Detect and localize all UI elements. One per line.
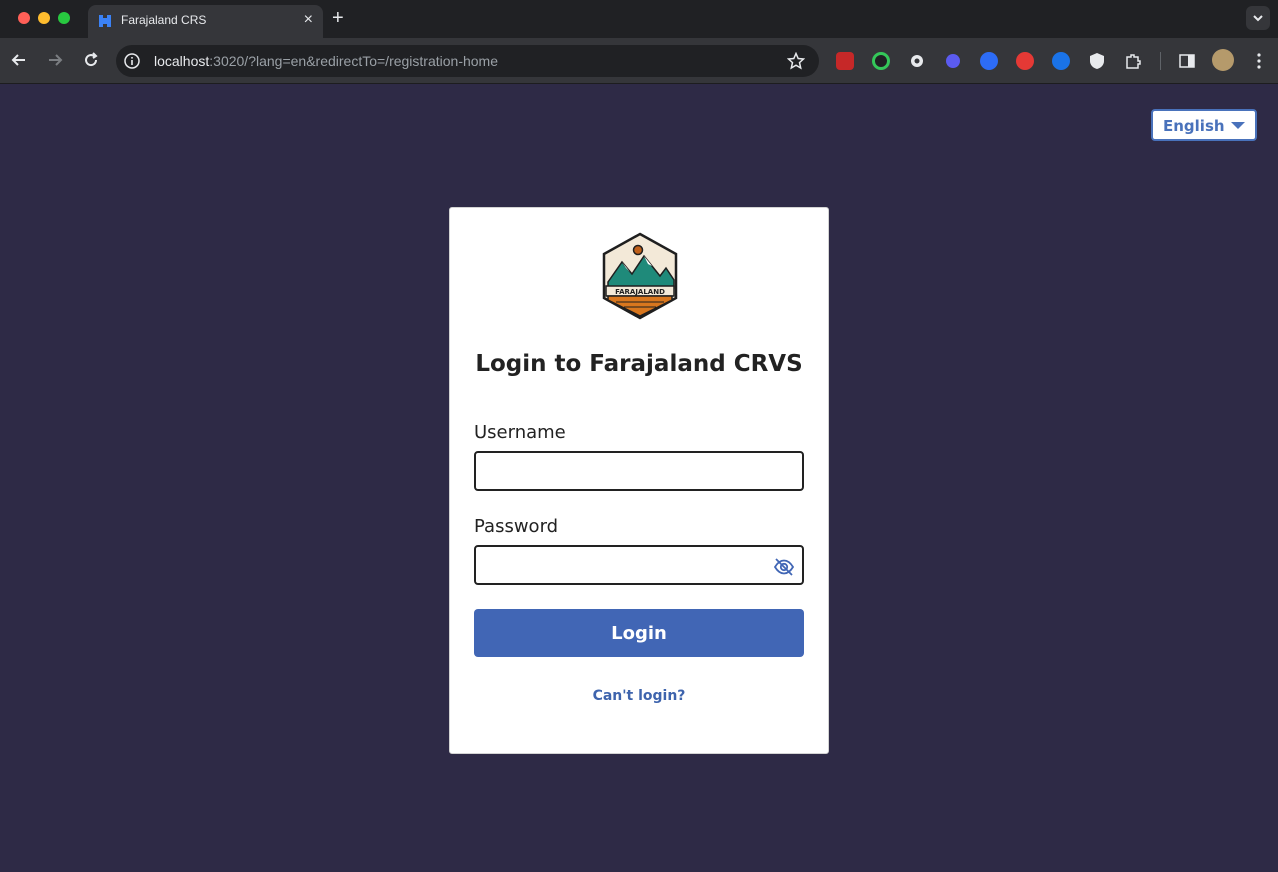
url-path: :3020/?lang=en&redirectTo=/registration-… bbox=[209, 53, 499, 69]
back-arrow-icon[interactable] bbox=[9, 50, 29, 70]
extension-icon[interactable] bbox=[872, 52, 890, 70]
toolbar-divider bbox=[1160, 52, 1161, 70]
extension-icon[interactable] bbox=[836, 52, 854, 70]
cant-login-link[interactable]: Can't login? bbox=[450, 688, 828, 704]
tab-search-button[interactable] bbox=[1246, 6, 1270, 30]
browser-tab[interactable]: Farajaland CRS × bbox=[88, 5, 323, 38]
browser-tab-bar: Farajaland CRS × + bbox=[0, 0, 1278, 38]
crvs-favicon-icon bbox=[99, 15, 111, 27]
password-label: Password bbox=[474, 516, 559, 537]
extension-icon[interactable] bbox=[1016, 52, 1034, 70]
side-panel-icon[interactable] bbox=[1178, 52, 1196, 70]
chevron-down-icon bbox=[1253, 15, 1263, 22]
info-icon[interactable] bbox=[124, 53, 140, 69]
url-host: localhost bbox=[154, 53, 210, 69]
farajaland-logo: FARAJALAND bbox=[602, 232, 678, 320]
url-text[interactable]: localhost:3020/?lang=en&redirectTo=/regi… bbox=[154, 53, 498, 69]
new-tab-button[interactable]: + bbox=[332, 6, 344, 30]
browser-toolbar: localhost:3020/?lang=en&redirectTo=/regi… bbox=[0, 38, 1278, 84]
caret-down-icon bbox=[1231, 122, 1245, 129]
puzzle-extensions-icon[interactable] bbox=[1124, 52, 1142, 70]
extension-icon[interactable] bbox=[944, 52, 962, 70]
language-select-value: English bbox=[1163, 117, 1225, 135]
reload-icon[interactable] bbox=[81, 50, 101, 70]
more-menu-icon[interactable] bbox=[1250, 52, 1268, 70]
language-select[interactable]: English bbox=[1151, 109, 1257, 141]
tab-close-icon[interactable]: × bbox=[304, 10, 313, 30]
logo-wordmark: FARAJALAND bbox=[615, 288, 665, 296]
username-label: Username bbox=[474, 422, 566, 443]
shield-icon[interactable] bbox=[1088, 52, 1106, 70]
login-card: FARAJALAND Login to Farajaland CRVS User… bbox=[449, 207, 829, 754]
password-input[interactable] bbox=[474, 545, 804, 585]
eye-off-icon[interactable] bbox=[773, 556, 795, 578]
gear-icon[interactable] bbox=[908, 52, 926, 70]
bookmark-star-icon[interactable] bbox=[787, 52, 805, 70]
username-input[interactable] bbox=[474, 451, 804, 491]
login-button[interactable]: Login bbox=[474, 609, 804, 657]
window-close-button[interactable] bbox=[18, 12, 30, 24]
forward-arrow-icon[interactable] bbox=[45, 50, 65, 70]
profile-avatar[interactable] bbox=[1212, 49, 1234, 71]
window-maximize-button[interactable] bbox=[58, 12, 70, 24]
login-title: Login to Farajaland CRVS bbox=[475, 351, 803, 377]
tab-title: Farajaland CRS bbox=[121, 13, 207, 27]
window-minimize-button[interactable] bbox=[38, 12, 50, 24]
extension-icon[interactable] bbox=[1052, 52, 1070, 70]
address-bar[interactable]: localhost:3020/?lang=en&redirectTo=/regi… bbox=[116, 45, 819, 77]
zoom-extension-icon[interactable] bbox=[980, 52, 998, 70]
